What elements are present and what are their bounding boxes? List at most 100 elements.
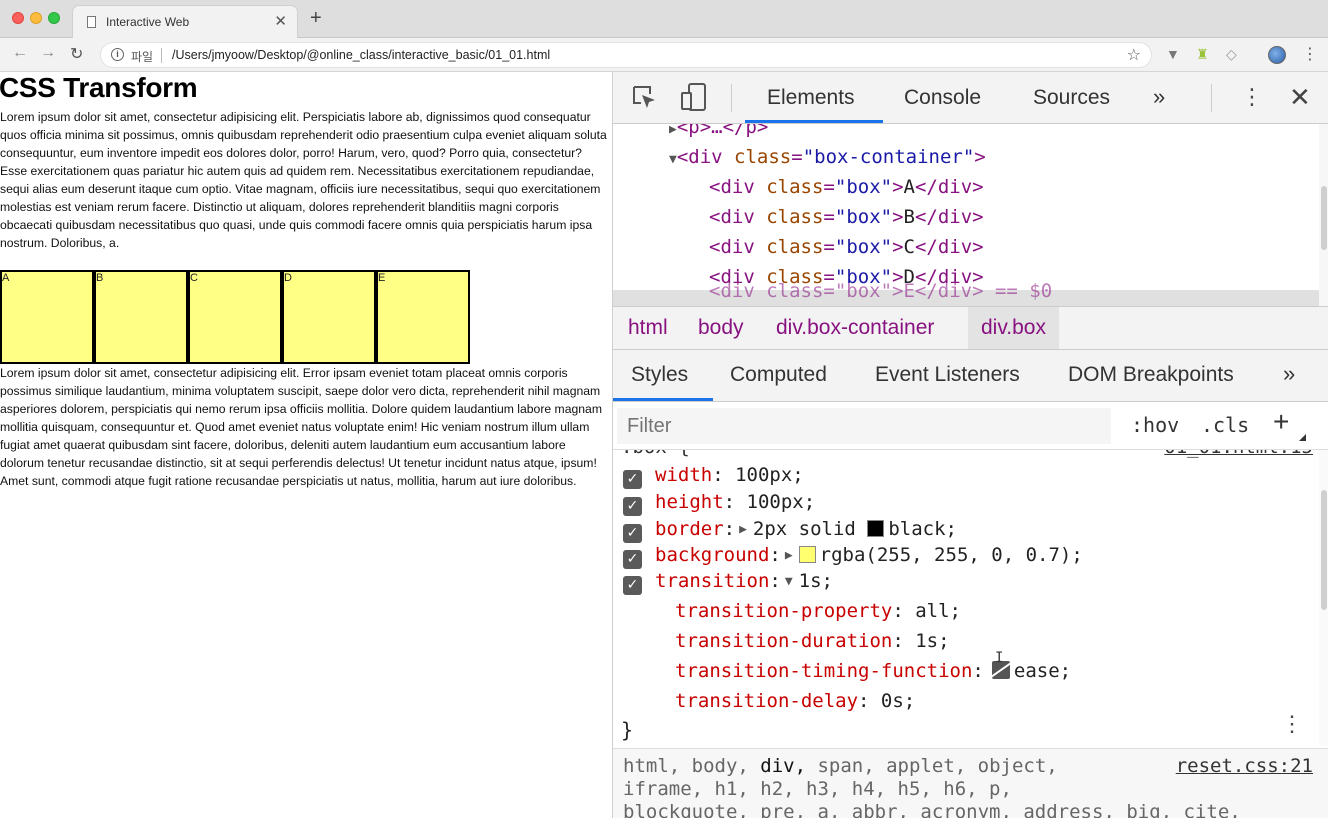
collapse-triangle-icon[interactable]: ▼ <box>785 574 793 589</box>
rule-selector[interactable]: .box { <box>621 450 690 458</box>
window-maximize-button[interactable] <box>48 12 60 24</box>
box-container: A B C D E <box>0 270 470 364</box>
scrollbar-thumb[interactable] <box>1321 186 1327 250</box>
rule-closing-brace: } <box>621 718 634 742</box>
declaration-transition[interactable]: ✓ transition: ▼ 1s; <box>623 570 833 596</box>
dom-node-selected[interactable]: <div class="box">E</div> == $0 <box>613 280 1319 306</box>
expand-triangle-icon[interactable]: ▶ <box>669 124 677 137</box>
reset-css-rule: html, body, div, span, applet, object, i… <box>613 748 1328 818</box>
address-bar[interactable]: i 파일 /Users/jmyoow/Desktop/@online_class… <box>100 42 1152 68</box>
scrollbar-thumb[interactable] <box>1321 490 1327 610</box>
tab-dom-breakpoints[interactable]: DOM Breakpoints <box>1068 363 1234 387</box>
new-tab-button[interactable]: + <box>310 7 322 30</box>
devtools-menu-icon[interactable]: ⋮ <box>1241 84 1263 110</box>
reset-css-source-link[interactable]: reset.css:21 <box>1176 755 1313 777</box>
browser-tab[interactable]: Interactive Web ✕ <box>72 5 298 38</box>
browser-toolbar: ← → ↻ i 파일 /Users/jmyoow/Desktop/@online… <box>0 38 1328 72</box>
browser-menu-icon[interactable]: ⋮ <box>1302 44 1318 64</box>
dom-tree: ▶<p>…</p> ▼<div class="box-container"> <… <box>613 124 1319 306</box>
tab-event-listeners[interactable]: Event Listeners <box>875 363 1020 387</box>
expand-triangle-icon[interactable]: ▶ <box>739 522 747 537</box>
extension-android-icon[interactable]: ♜ <box>1196 46 1209 63</box>
styles-filter-bar: :hov .cls + <box>613 402 1328 450</box>
rule-menu-icon[interactable]: ⋮ <box>1281 712 1303 737</box>
declaration-background[interactable]: ✓ background: ▶ rgba(255, 255, 0, 0.7); <box>623 544 1083 570</box>
checkbox-checked-icon[interactable]: ✓ <box>623 497 642 516</box>
active-tab-indicator <box>613 398 713 401</box>
checkbox-checked-icon[interactable]: ✓ <box>623 524 642 543</box>
more-tabs-icon[interactable]: » <box>1283 361 1295 387</box>
color-swatch[interactable] <box>867 520 885 537</box>
checkbox-checked-icon[interactable]: ✓ <box>623 576 642 595</box>
paragraph-1: Lorem ipsum dolor sit amet, consectetur … <box>0 110 607 250</box>
reset-selector-line-2[interactable]: iframe, h1, h2, h3, h4, h5, h6, p, <box>623 778 1012 800</box>
device-toolbar-icon[interactable] <box>679 82 709 112</box>
styles-filter-input[interactable] <box>617 408 1111 444</box>
breadcrumb-box[interactable]: div.box <box>968 307 1059 349</box>
hover-state-button[interactable]: :hov <box>1131 413 1179 437</box>
styles-scrollbar[interactable] <box>1319 450 1328 746</box>
url-text[interactable]: /Users/jmyoow/Desktop/@online_class/inte… <box>172 48 550 62</box>
new-style-rule-button[interactable]: + <box>1273 406 1289 438</box>
checkbox-checked-icon[interactable]: ✓ <box>623 550 642 569</box>
breadcrumb: html body div.box-container div.box <box>613 306 1328 350</box>
window-close-button[interactable] <box>12 12 24 24</box>
color-swatch[interactable] <box>798 546 816 563</box>
file-scheme-label: 파일 <box>131 50 154 64</box>
tab-sources[interactable]: Sources <box>1033 86 1110 110</box>
reset-selector-line-1[interactable]: html, body, div, span, applet, object, <box>623 755 1058 777</box>
extension-vuetify-icon[interactable]: ▼ <box>1166 46 1180 62</box>
bookmark-star-icon[interactable]: ☆ <box>1127 45 1141 65</box>
rule-source-link[interactable]: 01_01.html:15 <box>1164 450 1313 458</box>
more-tabs-icon[interactable]: » <box>1153 84 1165 110</box>
window-minimize-button[interactable] <box>30 12 42 24</box>
reload-icon[interactable]: ↻ <box>70 44 83 64</box>
longhand-transition-duration[interactable]: transition-duration: 1s; <box>675 630 950 652</box>
expand-triangle-icon[interactable]: ▶ <box>785 548 793 563</box>
breadcrumb-box-container[interactable]: div.box-container <box>763 316 947 350</box>
style-rules-pane: .box { 01_01.html:15 ✓width: 100px; ✓hei… <box>613 450 1319 746</box>
tab-styles[interactable]: Styles <box>631 363 688 387</box>
back-arrow-icon[interactable]: ← <box>12 44 28 62</box>
declaration-height[interactable]: ✓ height: 100px; <box>623 491 815 517</box>
page-title: CSS Transform <box>0 72 198 103</box>
toolbar-divider <box>731 84 732 112</box>
longhand-transition-delay[interactable]: transition-delay: 0s; <box>675 690 915 712</box>
breadcrumb-body[interactable]: body <box>685 316 757 350</box>
longhand-transition-property[interactable]: transition-property: all; <box>675 600 961 622</box>
extension-tag-icon[interactable]: ◇ <box>1226 46 1237 63</box>
page-viewport: CSS Transform Lorem ipsum dolor sit amet… <box>0 72 612 818</box>
tab-console[interactable]: Console <box>904 86 981 110</box>
info-icon[interactable]: i <box>111 48 124 61</box>
dom-node-box-container[interactable]: ▼<div class="box-container"> <box>669 146 986 168</box>
dom-node-box[interactable]: <div class="box">B</div> <box>709 206 984 228</box>
paragraph-2: Lorem ipsum dolor sit amet, consectetur … <box>0 366 602 488</box>
devtools-close-icon[interactable]: ✕ <box>1289 82 1311 113</box>
breadcrumb-html[interactable]: html <box>615 316 681 350</box>
box-e[interactable]: E <box>376 270 470 364</box>
tab-close-icon[interactable]: ✕ <box>274 12 287 30</box>
dom-node-p[interactable]: ▶<p>…</p> <box>669 124 768 138</box>
forward-arrow-icon[interactable]: → <box>40 44 56 62</box>
checkbox-checked-icon[interactable]: ✓ <box>623 470 642 489</box>
dom-node-box[interactable]: <div class="box">A</div> <box>709 176 984 198</box>
class-toggle-button[interactable]: .cls <box>1201 413 1249 437</box>
declaration-border[interactable]: ✓ border: ▶ 2px solid black; <box>623 518 957 544</box>
box-b[interactable]: B <box>94 270 188 364</box>
dom-node-box[interactable]: <div class="box">C</div> <box>709 236 984 258</box>
profile-avatar[interactable] <box>1268 46 1286 64</box>
tab-elements[interactable]: Elements <box>767 86 855 110</box>
inspect-element-icon[interactable] <box>631 84 657 110</box>
box-c[interactable]: C <box>188 270 282 364</box>
tab-computed[interactable]: Computed <box>730 363 827 387</box>
tab-title: Interactive Web <box>106 15 190 29</box>
collapse-triangle-icon[interactable]: ▼ <box>669 152 677 167</box>
dom-tree-scrollbar[interactable] <box>1319 124 1328 306</box>
box-a[interactable]: A <box>0 270 94 364</box>
box-d[interactable]: D <box>282 270 376 364</box>
longhand-transition-timing-function[interactable]: transition-timing-function: ease; <box>675 660 1071 682</box>
new-rule-menu-corner-icon[interactable] <box>1299 434 1306 441</box>
reset-selector-line-3[interactable]: blockquote, pre, a, abbr, acronym, addre… <box>623 801 1241 818</box>
declaration-width[interactable]: ✓ width: 100px; <box>623 464 804 490</box>
active-tab-indicator <box>745 120 883 123</box>
